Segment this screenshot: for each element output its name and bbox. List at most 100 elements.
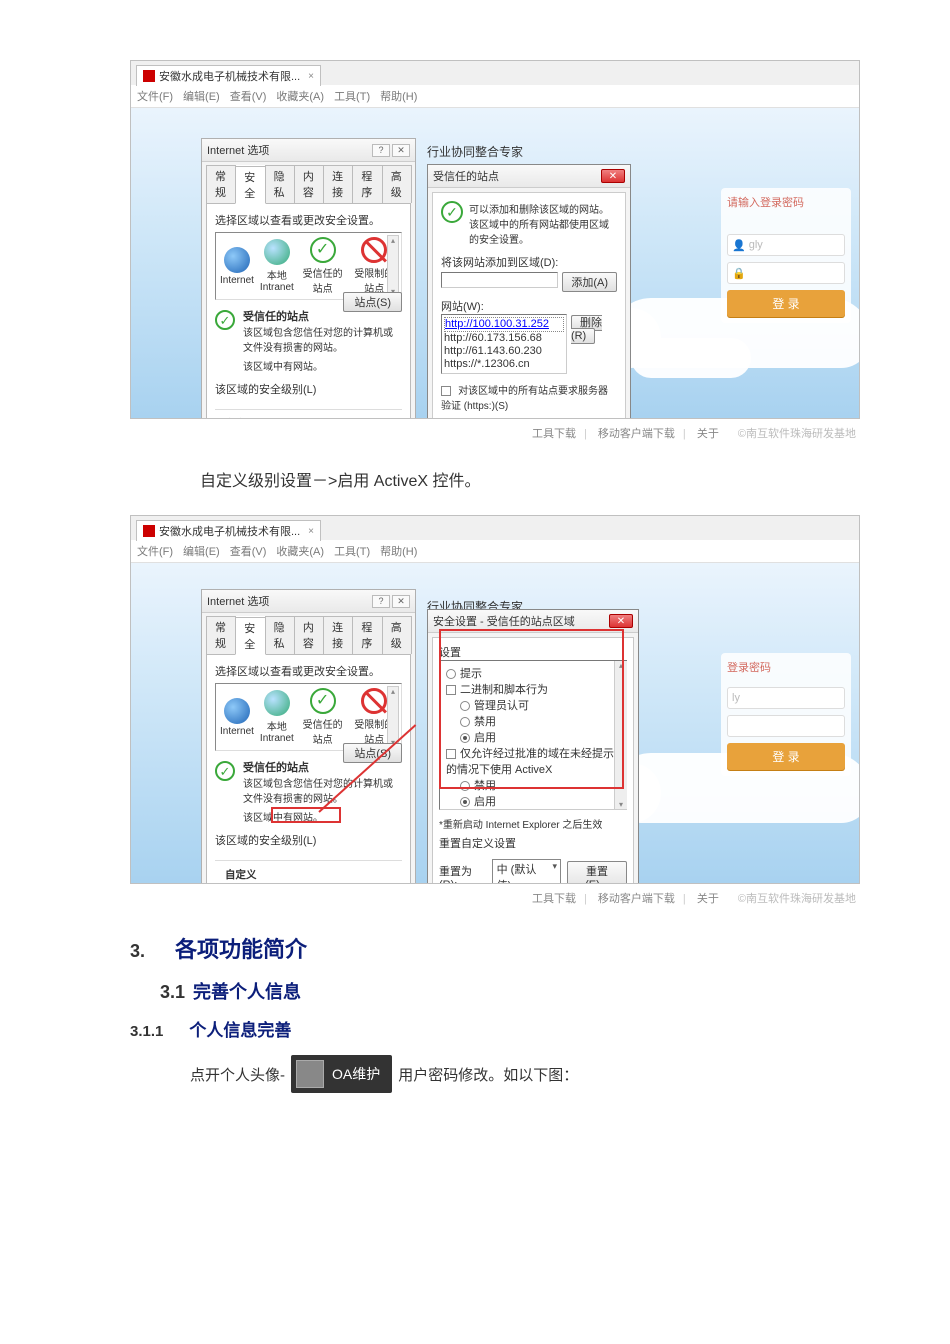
dialog-titlebar: Internet 选项 ? ✕ xyxy=(202,139,415,162)
delete-button[interactable]: 删除(R) xyxy=(571,315,602,344)
tab-adv[interactable]: 高级 xyxy=(382,165,412,203)
tab-content[interactable]: 内容 xyxy=(294,616,324,654)
menu-fav[interactable]: 收藏夹(A) xyxy=(276,543,324,559)
browser-window-1: 安徽水成电子机械技术有限... × 文件(F) 编辑(E) 查看(V) 收藏夹(… xyxy=(130,60,860,419)
add-button[interactable]: 添加(A) xyxy=(562,272,617,292)
list-item[interactable]: http://60.173.156.68 xyxy=(444,332,564,345)
reset-select[interactable]: 中 (默认值) xyxy=(492,859,561,883)
login-password[interactable]: 🔒 xyxy=(727,262,845,284)
check-icon: ✓ xyxy=(310,688,336,714)
dialog-title: 受信任的站点 xyxy=(433,168,499,184)
login-button[interactable]: 登 录 xyxy=(727,743,845,770)
footer-link[interactable]: 关于 xyxy=(697,893,719,905)
radio[interactable] xyxy=(460,797,470,807)
browser-tabbar: 安徽水成电子机械技术有限... × xyxy=(131,516,859,540)
browser-menubar: 文件(F) 编辑(E) 查看(V) 收藏夹(A) 工具(T) 帮助(H) xyxy=(131,540,859,563)
zone-selector: Internet 本地 Intranet ✓ 受信任的站点 受限制的站点 xyxy=(215,232,402,300)
menu-tools[interactable]: 工具(T) xyxy=(334,88,370,104)
level-label: 该区域的安全级别(L) xyxy=(215,832,402,848)
tab-conn[interactable]: 连接 xyxy=(323,616,353,654)
zone-instruction: 选择区域以查看或更改安全设置。 xyxy=(215,212,402,228)
tab-content[interactable]: 内容 xyxy=(294,165,324,203)
menu-edit[interactable]: 编辑(E) xyxy=(183,543,220,559)
add-label: 将该网站添加到区域(D): xyxy=(441,254,617,270)
reset-button[interactable]: 重置(E)... xyxy=(567,861,627,883)
menu-fav[interactable]: 收藏夹(A) xyxy=(276,88,324,104)
menu-file[interactable]: 文件(F) xyxy=(137,543,173,559)
avatar-chip[interactable]: OA维护 xyxy=(291,1055,392,1093)
tab-general[interactable]: 常规 xyxy=(206,165,236,203)
zone-internet[interactable]: Internet xyxy=(220,247,254,286)
menu-file[interactable]: 文件(F) xyxy=(137,88,173,104)
caption-text: 自定义级别设置－>启用 ActiveX 控件。 xyxy=(200,467,930,491)
login-button[interactable]: 登 录 xyxy=(727,290,845,317)
zone-local[interactable]: 本地 Intranet xyxy=(260,690,294,744)
zone-selector: Internet 本地 Intranet ✓受信任的站点 受限制的站点 ▴▾ xyxy=(215,683,402,751)
login-panel: 请输入登录密码 👤 gly 🔒 登 录 xyxy=(721,188,851,323)
tab-security[interactable]: 安全 xyxy=(235,617,265,655)
globe-icon xyxy=(264,690,290,716)
add-site-input[interactable] xyxy=(441,272,558,288)
menu-view[interactable]: 查看(V) xyxy=(230,88,267,104)
page-background-2: 行业协同整合专家 登录密码 ly 登 录 Internet 选项 ? ✕ xyxy=(131,563,859,883)
login-password[interactable] xyxy=(727,715,845,737)
browser-tabbar: 安徽水成电子机械技术有限... × xyxy=(131,61,859,85)
menu-edit[interactable]: 编辑(E) xyxy=(183,88,220,104)
footer-link[interactable]: 移动客户端下载 xyxy=(598,428,675,440)
page-background: 行业协同整合专家 请输入登录密码 👤 gly 🔒 登 录 Internet 选项 xyxy=(131,108,859,418)
tab-privacy[interactable]: 隐私 xyxy=(265,165,295,203)
close-icon[interactable]: ✕ xyxy=(392,144,410,157)
help-icon[interactable]: ? xyxy=(372,595,390,608)
close-icon[interactable]: ✕ xyxy=(392,595,410,608)
footer-link[interactable]: 关于 xyxy=(697,428,719,440)
footer-links: 工具下载| 移动客户端下载| 关于 ©南互软件珠海研发基地 xyxy=(130,890,860,906)
sites-listbox[interactable]: http://100.100.31.252 http://60.173.156.… xyxy=(441,314,567,374)
custom-section: 自定义 自定义设置 - 要更改设置，请单击"自定义级别" - 要使用推荐的设置，… xyxy=(215,409,402,418)
zone-trusted[interactable]: ✓受信任的站点 xyxy=(300,688,346,746)
login-username[interactable]: ly xyxy=(727,687,845,709)
tab-title: 安徽水成电子机械技术有限... xyxy=(159,68,300,84)
annotation-box-small xyxy=(271,807,341,823)
no-icon xyxy=(361,688,387,714)
annotation-box xyxy=(439,629,624,789)
close-tab-icon[interactable]: × xyxy=(308,526,314,537)
dialog-titlebar: 受信任的站点 ✕ xyxy=(428,165,630,188)
list-item[interactable]: https://*.12306.cn xyxy=(444,358,564,371)
favicon xyxy=(143,70,155,82)
list-item[interactable]: http://61.143.60.230 xyxy=(444,345,564,358)
sites-button[interactable]: 站点(S) xyxy=(343,292,402,312)
menu-tools[interactable]: 工具(T) xyxy=(334,543,370,559)
footer-link[interactable]: 移动客户端下载 xyxy=(598,893,675,905)
tab-adv[interactable]: 高级 xyxy=(382,616,412,654)
close-tab-icon[interactable]: × xyxy=(308,71,314,82)
menu-help[interactable]: 帮助(H) xyxy=(380,88,417,104)
reset-label: 重置自定义设置 xyxy=(439,835,627,851)
login-username[interactable]: 👤 gly xyxy=(727,234,845,256)
globe-icon xyxy=(224,698,250,724)
tab-privacy[interactable]: 隐私 xyxy=(265,616,295,654)
subsubsection-title: 个人信息完善 xyxy=(189,1016,291,1041)
zone-local[interactable]: 本地 Intranet xyxy=(260,239,294,293)
browser-tab[interactable]: 安徽水成电子机械技术有限... × xyxy=(136,520,321,541)
browser-tab[interactable]: 安徽水成电子机械技术有限... × xyxy=(136,65,321,86)
tab-general[interactable]: 常规 xyxy=(206,616,236,654)
footer-link[interactable]: 工具下载 xyxy=(532,893,576,905)
tab-prog[interactable]: 程序 xyxy=(352,165,382,203)
footer-link[interactable]: 工具下载 xyxy=(532,428,576,440)
tab-conn[interactable]: 连接 xyxy=(323,165,353,203)
require-https-checkbox[interactable] xyxy=(441,386,451,396)
close-icon[interactable]: ✕ xyxy=(601,169,625,183)
tab-prog[interactable]: 程序 xyxy=(352,616,382,654)
section-title: 各项功能简介 xyxy=(175,932,307,964)
list-label: 网站(W): xyxy=(441,298,617,314)
menu-help[interactable]: 帮助(H) xyxy=(380,543,417,559)
menu-view[interactable]: 查看(V) xyxy=(230,543,267,559)
list-item[interactable]: http://100.100.31.252 xyxy=(444,317,564,332)
zone-internet[interactable]: Internet xyxy=(220,698,254,737)
avatar-icon xyxy=(296,1060,324,1088)
zone-scrollbar[interactable]: ▴▾ xyxy=(387,235,399,297)
zone-trusted[interactable]: ✓ 受信任的站点 xyxy=(300,237,346,295)
close-icon[interactable]: ✕ xyxy=(609,614,633,628)
help-icon[interactable]: ? xyxy=(372,144,390,157)
tab-security[interactable]: 安全 xyxy=(235,166,265,204)
